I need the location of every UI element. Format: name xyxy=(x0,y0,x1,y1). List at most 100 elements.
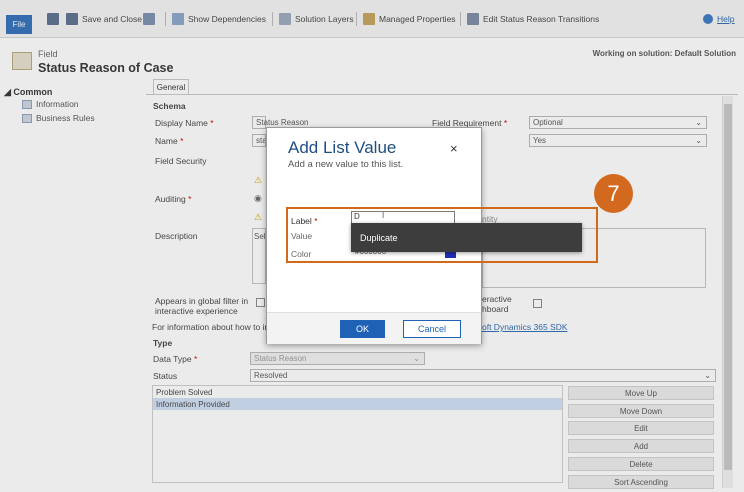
business-rules-icon xyxy=(22,113,32,123)
page-title: Status Reason of Case xyxy=(38,61,174,75)
info-text: For information about how to in xyxy=(152,322,270,332)
nav-item-label: Information xyxy=(36,99,79,109)
move-down-button[interactable]: Move Down xyxy=(568,404,714,418)
save-button[interactable] xyxy=(47,11,59,27)
dialog-subtitle: Add a new value to this list. xyxy=(288,159,404,170)
status-label: Status xyxy=(153,371,178,381)
required-marker: * xyxy=(193,354,198,364)
edit-button[interactable]: Edit xyxy=(568,421,714,435)
field-security-label: Field Security xyxy=(155,156,207,166)
nav-item-label: Business Rules xyxy=(36,113,95,123)
layers-icon xyxy=(279,13,291,25)
edit-icon-button[interactable] xyxy=(143,11,155,27)
required-marker: * xyxy=(503,118,508,128)
appears-global-checkbox[interactable] xyxy=(256,298,265,307)
status-reason-list[interactable]: Problem Solved Information Provided xyxy=(152,385,563,483)
ribbon-divider xyxy=(460,12,461,26)
edit-status-reason-transitions-label: Edit Status Reason Transitions xyxy=(483,14,600,24)
nav-item-information[interactable]: Information xyxy=(22,99,79,109)
solution-layers-button[interactable]: Solution Layers xyxy=(279,11,354,27)
data-type-select[interactable]: Status Reason ⌄ xyxy=(250,352,425,365)
display-name-text: Display Name xyxy=(155,118,208,128)
solution-layers-label: Solution Layers xyxy=(295,14,354,24)
properties-icon xyxy=(363,13,375,25)
chevron-down-icon: ⌄ xyxy=(695,118,702,127)
description-label: Description xyxy=(155,231,198,241)
auditing-text: Auditing xyxy=(155,194,186,204)
dialog-title: Add List Value xyxy=(288,138,397,157)
data-type-label: Data Type * xyxy=(153,354,197,364)
nav-item-business-rules[interactable]: Business Rules xyxy=(22,113,95,123)
chevron-down-icon: ⌄ xyxy=(704,371,711,380)
collapse-icon: ◢ xyxy=(4,87,14,97)
edit-icon xyxy=(143,13,155,25)
tab-general[interactable]: General xyxy=(153,79,189,95)
field-requirement-value: Optional xyxy=(533,118,563,127)
ribbon-divider xyxy=(165,12,166,26)
data-type-value: Status Reason xyxy=(254,354,307,363)
description-input[interactable]: Sel xyxy=(252,228,266,284)
step-highlight xyxy=(286,207,598,263)
name-text: Name xyxy=(155,136,178,146)
ok-button[interactable]: OK xyxy=(340,320,385,338)
interactive-dashboard-checkbox[interactable] xyxy=(533,299,542,308)
display-name-input[interactable]: Status Reason xyxy=(252,116,308,129)
warning-icon: ⚠ xyxy=(254,212,263,222)
delete-button[interactable]: Delete xyxy=(568,457,714,471)
save-and-close-label: Save and Close xyxy=(82,14,143,24)
help-icon xyxy=(703,14,713,24)
save-and-close-button[interactable]: Save and Close xyxy=(66,11,142,27)
status-select[interactable]: Resolved ⌄ xyxy=(250,369,716,382)
dependencies-icon xyxy=(172,13,184,25)
step-badge: 7 xyxy=(594,174,633,213)
required-marker: * xyxy=(188,194,192,204)
data-type-text: Data Type xyxy=(153,354,192,364)
root: File Save and Close Show Dependencies So… xyxy=(0,0,744,492)
display-name-label: Display Name * xyxy=(155,118,214,128)
required-marker: * xyxy=(180,136,184,146)
entity-label: Field xyxy=(38,49,58,59)
nav-section-common[interactable]: ◢ Common xyxy=(4,87,52,98)
sort-ascending-button[interactable]: Sort Ascending xyxy=(568,475,714,489)
chevron-down-icon: ⌄ xyxy=(695,136,702,145)
transitions-icon xyxy=(467,13,479,25)
file-button[interactable]: File xyxy=(6,15,32,34)
close-icon[interactable]: × xyxy=(450,141,458,156)
add-button[interactable]: Add xyxy=(568,439,714,453)
managed-properties-button[interactable]: Managed Properties xyxy=(363,11,456,27)
information-icon xyxy=(22,99,32,109)
list-item[interactable]: Information Provided xyxy=(153,398,562,410)
sdk-link[interactable]: oft Dynamics 365 SDK xyxy=(482,322,568,332)
description-value: Sel xyxy=(254,232,266,241)
scrollbar-thumb[interactable] xyxy=(724,104,732,470)
help-button[interactable]: Help xyxy=(703,11,734,27)
show-dependencies-label: Show Dependencies xyxy=(188,14,266,24)
searchable-value: Yes xyxy=(533,136,547,145)
field-requirement-select[interactable]: Optional ⌄ xyxy=(529,116,707,129)
warning-icon: ⚠ xyxy=(254,175,263,185)
name-input[interactable]: sta xyxy=(252,134,266,147)
display-name-value: Status Reason xyxy=(256,118,309,127)
move-up-button[interactable]: Move Up xyxy=(568,386,714,400)
show-dependencies-button[interactable]: Show Dependencies xyxy=(172,11,266,27)
ribbon-divider xyxy=(356,12,357,26)
ribbon-divider xyxy=(272,12,273,26)
appears-global-label: Appears in global filter in interactive … xyxy=(155,296,249,316)
save-close-icon xyxy=(66,13,78,25)
save-icon xyxy=(47,13,59,25)
edit-status-reason-transitions-button[interactable]: Edit Status Reason Transitions xyxy=(467,11,599,27)
working-on-solution: Working on solution: Default Solution xyxy=(592,49,736,58)
cancel-button[interactable]: Cancel xyxy=(403,320,461,338)
list-item[interactable]: Problem Solved xyxy=(153,386,562,398)
auditing-radio[interactable]: ◉ xyxy=(254,193,262,204)
field-icon xyxy=(12,52,32,70)
schema-heading: Schema xyxy=(153,101,186,111)
managed-properties-label: Managed Properties xyxy=(379,14,456,24)
chevron-down-icon: ⌄ xyxy=(413,354,420,363)
required-marker: * xyxy=(210,118,214,128)
help-label: Help xyxy=(717,14,735,24)
auditing-label: Auditing * xyxy=(155,194,191,204)
name-value: sta xyxy=(256,136,266,145)
searchable-select[interactable]: Yes ⌄ xyxy=(529,134,707,147)
tab-divider xyxy=(146,94,738,95)
